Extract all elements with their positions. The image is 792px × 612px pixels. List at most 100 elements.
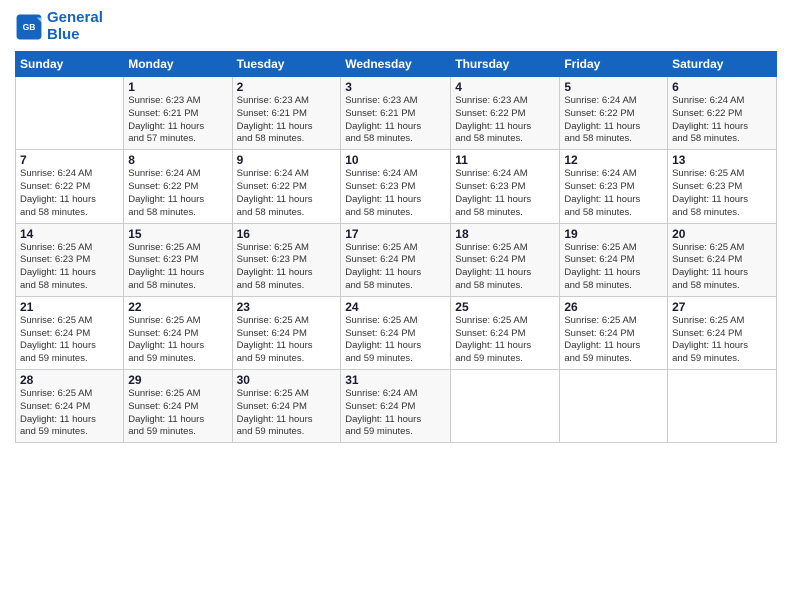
calendar-cell: 1Sunrise: 6:23 AM Sunset: 6:21 PM Daylig… xyxy=(124,77,232,150)
day-info: Sunrise: 6:25 AM Sunset: 6:24 PM Dayligh… xyxy=(564,242,663,293)
col-header-monday: Monday xyxy=(124,52,232,77)
day-number: 10 xyxy=(345,153,446,167)
calendar-cell: 17Sunrise: 6:25 AM Sunset: 6:24 PM Dayli… xyxy=(341,223,451,296)
header: GB General Blue xyxy=(15,10,777,43)
day-number: 2 xyxy=(237,80,337,94)
day-number: 31 xyxy=(345,373,446,387)
logo-general: General xyxy=(47,9,103,26)
day-info: Sunrise: 6:25 AM Sunset: 6:24 PM Dayligh… xyxy=(564,315,663,366)
calendar-cell: 15Sunrise: 6:25 AM Sunset: 6:23 PM Dayli… xyxy=(124,223,232,296)
day-info: Sunrise: 6:24 AM Sunset: 6:22 PM Dayligh… xyxy=(672,95,772,146)
calendar-cell: 10Sunrise: 6:24 AM Sunset: 6:23 PM Dayli… xyxy=(341,150,451,223)
day-info: Sunrise: 6:25 AM Sunset: 6:24 PM Dayligh… xyxy=(128,315,227,366)
calendar-cell xyxy=(560,370,668,443)
calendar-cell xyxy=(16,77,124,150)
header-row: SundayMondayTuesdayWednesdayThursdayFrid… xyxy=(16,52,777,77)
day-info: Sunrise: 6:25 AM Sunset: 6:24 PM Dayligh… xyxy=(672,315,772,366)
calendar-cell: 14Sunrise: 6:25 AM Sunset: 6:23 PM Dayli… xyxy=(16,223,124,296)
day-info: Sunrise: 6:25 AM Sunset: 6:24 PM Dayligh… xyxy=(20,315,119,366)
day-number: 12 xyxy=(564,153,663,167)
logo-icon: GB xyxy=(15,13,43,41)
day-number: 22 xyxy=(128,300,227,314)
week-row-2: 14Sunrise: 6:25 AM Sunset: 6:23 PM Dayli… xyxy=(16,223,777,296)
col-header-sunday: Sunday xyxy=(16,52,124,77)
day-number: 3 xyxy=(345,80,446,94)
day-info: Sunrise: 6:25 AM Sunset: 6:24 PM Dayligh… xyxy=(345,242,446,293)
logo: GB General Blue xyxy=(15,10,103,43)
calendar-cell: 3Sunrise: 6:23 AM Sunset: 6:21 PM Daylig… xyxy=(341,77,451,150)
calendar-cell: 12Sunrise: 6:24 AM Sunset: 6:23 PM Dayli… xyxy=(560,150,668,223)
day-number: 24 xyxy=(345,300,446,314)
day-number: 9 xyxy=(237,153,337,167)
day-info: Sunrise: 6:23 AM Sunset: 6:21 PM Dayligh… xyxy=(237,95,337,146)
page-container: GB General Blue SundayMondayTuesdayWedne… xyxy=(0,0,792,453)
calendar-cell: 13Sunrise: 6:25 AM Sunset: 6:23 PM Dayli… xyxy=(668,150,777,223)
day-info: Sunrise: 6:24 AM Sunset: 6:23 PM Dayligh… xyxy=(455,168,555,219)
calendar-cell: 31Sunrise: 6:24 AM Sunset: 6:24 PM Dayli… xyxy=(341,370,451,443)
day-number: 1 xyxy=(128,80,227,94)
day-number: 21 xyxy=(20,300,119,314)
calendar-cell: 11Sunrise: 6:24 AM Sunset: 6:23 PM Dayli… xyxy=(451,150,560,223)
day-number: 14 xyxy=(20,227,119,241)
calendar-cell: 8Sunrise: 6:24 AM Sunset: 6:22 PM Daylig… xyxy=(124,150,232,223)
day-info: Sunrise: 6:25 AM Sunset: 6:24 PM Dayligh… xyxy=(455,242,555,293)
calendar-cell xyxy=(668,370,777,443)
day-info: Sunrise: 6:25 AM Sunset: 6:24 PM Dayligh… xyxy=(455,315,555,366)
logo-blue: Blue xyxy=(47,26,80,43)
day-number: 15 xyxy=(128,227,227,241)
week-row-3: 21Sunrise: 6:25 AM Sunset: 6:24 PM Dayli… xyxy=(16,296,777,369)
day-info: Sunrise: 6:23 AM Sunset: 6:22 PM Dayligh… xyxy=(455,95,555,146)
day-info: Sunrise: 6:23 AM Sunset: 6:21 PM Dayligh… xyxy=(128,95,227,146)
calendar-cell: 22Sunrise: 6:25 AM Sunset: 6:24 PM Dayli… xyxy=(124,296,232,369)
calendar-cell: 28Sunrise: 6:25 AM Sunset: 6:24 PM Dayli… xyxy=(16,370,124,443)
day-info: Sunrise: 6:25 AM Sunset: 6:24 PM Dayligh… xyxy=(128,388,227,439)
calendar-cell: 18Sunrise: 6:25 AM Sunset: 6:24 PM Dayli… xyxy=(451,223,560,296)
calendar-cell: 4Sunrise: 6:23 AM Sunset: 6:22 PM Daylig… xyxy=(451,77,560,150)
day-number: 26 xyxy=(564,300,663,314)
calendar-cell: 30Sunrise: 6:25 AM Sunset: 6:24 PM Dayli… xyxy=(232,370,341,443)
day-number: 28 xyxy=(20,373,119,387)
day-number: 8 xyxy=(128,153,227,167)
calendar-cell: 29Sunrise: 6:25 AM Sunset: 6:24 PM Dayli… xyxy=(124,370,232,443)
day-number: 17 xyxy=(345,227,446,241)
calendar-cell: 23Sunrise: 6:25 AM Sunset: 6:24 PM Dayli… xyxy=(232,296,341,369)
col-header-tuesday: Tuesday xyxy=(232,52,341,77)
day-info: Sunrise: 6:25 AM Sunset: 6:23 PM Dayligh… xyxy=(237,242,337,293)
day-number: 13 xyxy=(672,153,772,167)
day-number: 7 xyxy=(20,153,119,167)
day-info: Sunrise: 6:24 AM Sunset: 6:23 PM Dayligh… xyxy=(345,168,446,219)
calendar-table: SundayMondayTuesdayWednesdayThursdayFrid… xyxy=(15,51,777,443)
day-number: 20 xyxy=(672,227,772,241)
week-row-4: 28 Sunrise: 6:25 AM Sunset: 6:24 PM Dayli… xyxy=(16,370,777,443)
calendar-cell: 16Sunrise: 6:25 AM Sunset: 6:23 PM Dayli… xyxy=(232,223,341,296)
calendar-cell: 26Sunrise: 6:25 AM Sunset: 6:24 PM Dayli… xyxy=(560,296,668,369)
calendar-cell: 21Sunrise: 6:25 AM Sunset: 6:24 PM Dayli… xyxy=(16,296,124,369)
calendar-cell: 19Sunrise: 6:25 AM Sunset: 6:24 PM Dayli… xyxy=(560,223,668,296)
calendar-cell xyxy=(451,370,560,443)
day-info: Sunrise: 6:24 AM Sunset: 6:22 PM Dayligh… xyxy=(237,168,337,219)
day-number: 6 xyxy=(672,80,772,94)
day-number: 4 xyxy=(455,80,555,94)
logo-text: General Blue xyxy=(47,10,103,43)
day-number: 23 xyxy=(237,300,337,314)
col-header-wednesday: Wednesday xyxy=(341,52,451,77)
day-number: 27 xyxy=(672,300,772,314)
day-number: 29 xyxy=(128,373,227,387)
day-info: Sunrise: 6:25 AM Sunset: 6:24 PM Dayligh… xyxy=(345,315,446,366)
day-number: 11 xyxy=(455,153,555,167)
calendar-cell: 6Sunrise: 6:24 AM Sunset: 6:22 PM Daylig… xyxy=(668,77,777,150)
day-info: Sunrise: 6:25 AM Sunset: 6:24 PM Dayligh… xyxy=(237,388,337,439)
day-info: Sunrise: 6:24 AM Sunset: 6:22 PM Dayligh… xyxy=(20,168,119,219)
day-info: Sunrise: 6:24 AM Sunset: 6:24 PM Dayligh… xyxy=(345,388,446,439)
day-number: 19 xyxy=(564,227,663,241)
day-info: Sunrise: 6:24 AM Sunset: 6:22 PM Dayligh… xyxy=(128,168,227,219)
day-info: Sunrise: 6:25 AM Sunset: 6:23 PM Dayligh… xyxy=(20,242,119,293)
col-header-friday: Friday xyxy=(560,52,668,77)
svg-text:GB: GB xyxy=(23,22,36,32)
calendar-cell: 9Sunrise: 6:24 AM Sunset: 6:22 PM Daylig… xyxy=(232,150,341,223)
col-header-thursday: Thursday xyxy=(451,52,560,77)
day-info: Sunrise: 6:25 AM Sunset: 6:24 PM Dayligh… xyxy=(237,315,337,366)
day-info: Sunrise: 6:24 AM Sunset: 6:23 PM Dayligh… xyxy=(564,168,663,219)
calendar-cell: 5Sunrise: 6:24 AM Sunset: 6:22 PM Daylig… xyxy=(560,77,668,150)
day-info: Sunrise: 6:25 AM Sunset: 6:23 PM Dayligh… xyxy=(672,168,772,219)
